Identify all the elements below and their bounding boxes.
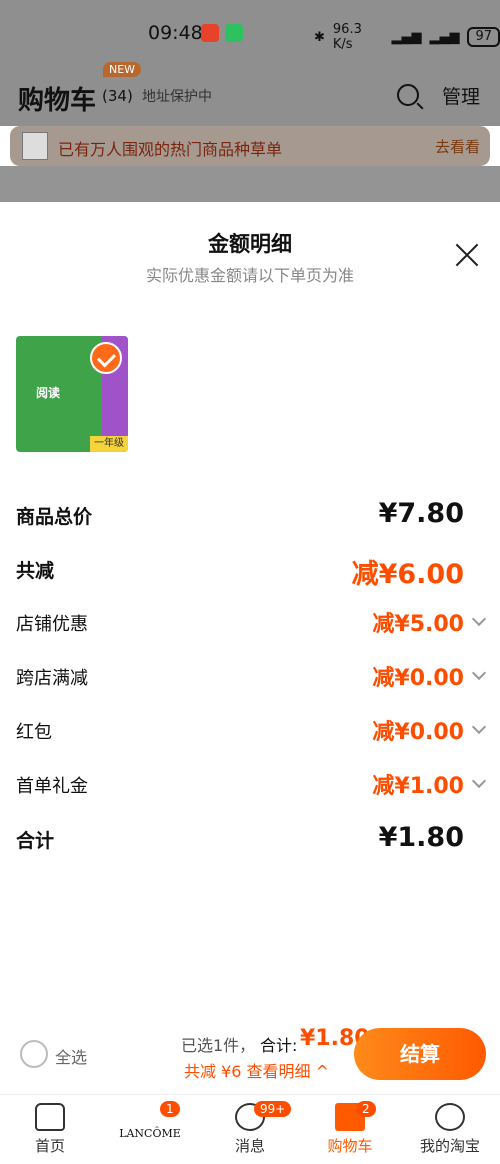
row-value: 减¥5.00 [372, 612, 464, 637]
address-protection[interactable]: 地址保护中 [142, 86, 212, 106]
cart-header: 购物车 NEW (34) 地址保护中 管理 [0, 62, 500, 126]
selected-count: 已选1件， [181, 1036, 256, 1055]
row-value: ¥7.80 [378, 498, 464, 529]
row-value: 减¥6.00 [351, 559, 464, 590]
sheet-title: 金额明细 [208, 232, 292, 256]
row-label: 红包 [16, 722, 52, 743]
row-cross-shop[interactable]: 跨店满减 减¥0.00 [16, 656, 487, 696]
amount-detail-sheet: 金额明细 实际优惠金额请以下单页为准 阅读 一年级 商品总价 ¥7.80 共减 … [0, 202, 500, 1094]
tab-badge: 99+ [254, 1101, 292, 1117]
tab-messages[interactable]: 99+ 消息 [210, 1101, 292, 1156]
tab-label: 购物车 [327, 1137, 373, 1155]
row-total-reduce: 共减 减¥6.00 [16, 548, 484, 590]
checkout-button[interactable]: 结算 [354, 1028, 486, 1080]
checkout-bar: 全选 已选1件， 合计: ¥1.80 共减 ¥6 查看明细 ^ 结算 [0, 1020, 500, 1094]
tab-label: 首页 [34, 1137, 65, 1155]
cart-count: (34) [102, 87, 133, 105]
tab-badge: 2 [356, 1101, 376, 1117]
row-first-order-gift[interactable]: 首单礼金 减¥1.00 [16, 764, 487, 804]
app-notification-icon [201, 24, 219, 42]
net-speed: 96.3 K/s [332, 22, 362, 52]
promo-banner[interactable]: 已有万人围观的热门商品种草单 去看看 [10, 126, 490, 166]
row-value: 减¥1.00 [372, 774, 464, 799]
chevron-down-icon[interactable] [471, 773, 487, 789]
tab-cart[interactable]: 2 购物车 [310, 1101, 390, 1156]
view-detail-link[interactable]: 共减 ¥6 查看明细 ^ [184, 1058, 329, 1082]
row-label: 合计 [16, 830, 55, 852]
row-grand-total: 合计 ¥1.80 [16, 818, 484, 858]
close-icon[interactable] [454, 242, 480, 268]
wechat-icon [225, 24, 243, 42]
banner-text: 已有万人围观的热门商品种草单 [58, 140, 283, 159]
tab-label: 消息 [234, 1137, 265, 1155]
signal-icon: ▂▄▆ [391, 29, 422, 45]
signal-icon-2: ▂▄▆ [429, 29, 460, 45]
row-label: 商品总价 [16, 506, 93, 528]
row-goods-total: 商品总价 ¥7.80 [16, 494, 484, 534]
search-icon[interactable] [397, 84, 419, 106]
dimmed-overlay [0, 166, 500, 202]
home-icon [35, 1103, 65, 1131]
select-all-label[interactable]: 全选 [55, 1044, 87, 1068]
row-label: 店铺优惠 [16, 614, 88, 635]
page-title: 购物车 [18, 86, 97, 116]
battery-indicator: 97 [467, 27, 500, 47]
row-label: 跨店满减 [16, 668, 88, 689]
status-right: ✱ 96.3 K/s ▂▄▆ ▂▄▆ 97 [314, 22, 500, 52]
status-time: 09:48 [148, 22, 203, 44]
row-shop-discount[interactable]: 店铺优惠 减¥5.00 [16, 602, 487, 642]
row-label: 共减 [16, 560, 55, 582]
sheet-subtitle: 实际优惠金额请以下单页为准 [145, 266, 354, 285]
status-bar: 09:48 ✱ 96.3 K/s ▂▄▆ ▂▄▆ 97 [0, 0, 500, 66]
bluetooth-icon: ✱ [314, 29, 325, 45]
total-label: 合计: [260, 1036, 298, 1055]
book-icon [22, 132, 48, 160]
product-grade-label: 一年级 [90, 436, 128, 452]
product-cover-text: 阅读 [36, 386, 61, 400]
banner-link[interactable]: 去看看 [435, 136, 480, 157]
select-all-radio[interactable] [20, 1040, 48, 1068]
profile-icon [435, 1103, 465, 1131]
row-value: ¥1.80 [378, 822, 464, 853]
tab-bar: 首页 1 LANCÔME 99+ 消息 2 购物车 我的淘宝 [0, 1094, 500, 1164]
tab-badge: 1 [160, 1101, 180, 1117]
row-value: 减¥0.00 [372, 720, 464, 745]
new-badge: NEW [103, 62, 142, 77]
manage-button[interactable]: 管理 [442, 82, 480, 109]
row-label: 首单礼金 [16, 776, 88, 797]
row-red-packet[interactable]: 红包 减¥0.00 [16, 710, 487, 750]
chevron-down-icon[interactable] [471, 665, 487, 681]
tab-label: 我的淘宝 [419, 1137, 480, 1155]
tab-me[interactable]: 我的淘宝 [410, 1103, 490, 1156]
selected-check-icon[interactable] [90, 342, 122, 374]
chevron-down-icon[interactable] [471, 611, 487, 627]
tab-lancome[interactable]: 1 LANCÔME [110, 1101, 190, 1140]
row-value: 减¥0.00 [372, 666, 464, 691]
chevron-down-icon[interactable] [471, 719, 487, 735]
lancome-logo: LANCÔME [119, 1127, 181, 1140]
tab-home[interactable]: 首页 [10, 1103, 90, 1156]
